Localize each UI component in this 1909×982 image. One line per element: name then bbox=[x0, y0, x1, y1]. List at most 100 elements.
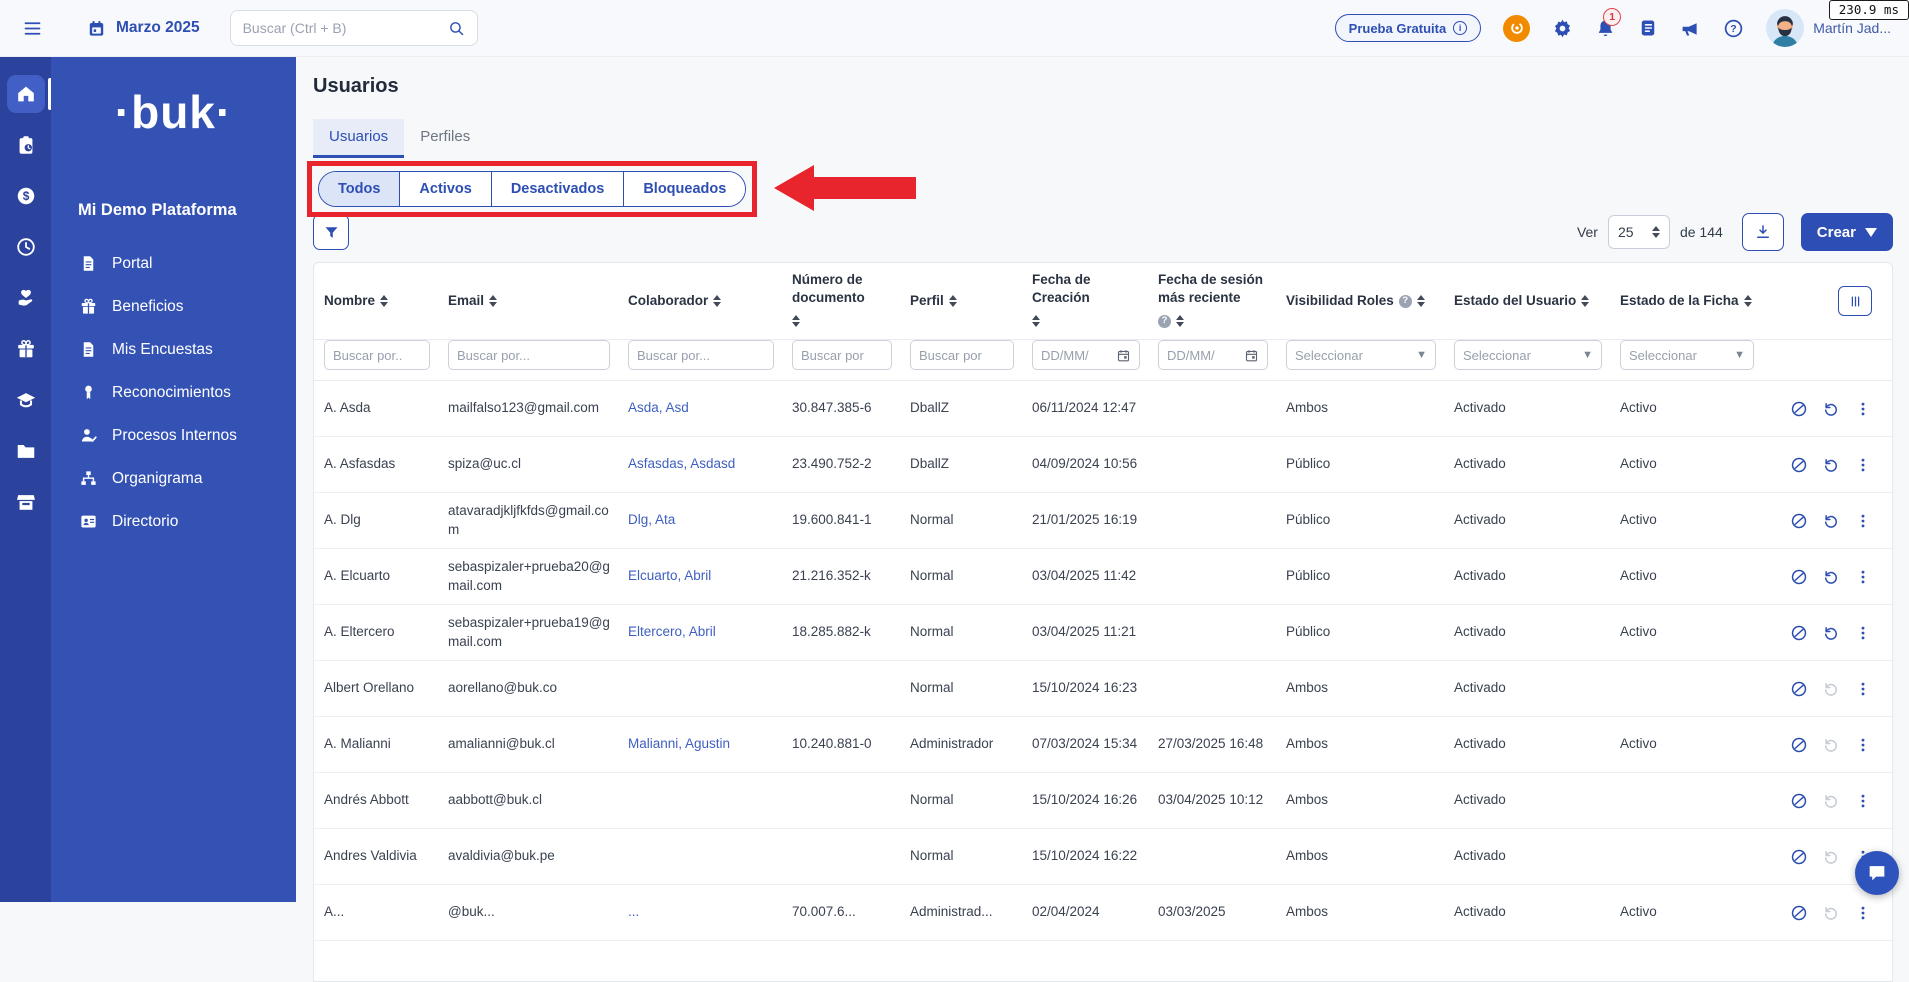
filter-date-input[interactable]: DD/MM/ bbox=[1032, 340, 1140, 371]
filter-text-input[interactable]: Buscar por... bbox=[628, 340, 774, 371]
rail-item-marketplace[interactable] bbox=[7, 483, 45, 521]
reset-password-button[interactable] bbox=[1822, 624, 1840, 642]
reset-password-button[interactable] bbox=[1822, 456, 1840, 474]
sort-icon[interactable] bbox=[1176, 311, 1184, 331]
cell-email: spiza@uc.cl bbox=[448, 456, 521, 472]
reset-password-button[interactable] bbox=[1822, 512, 1840, 530]
block-user-button[interactable] bbox=[1790, 680, 1808, 698]
download-button[interactable] bbox=[1741, 213, 1784, 251]
global-search-input[interactable]: Buscar (Ctrl + B) bbox=[229, 10, 478, 46]
rail-item-remuneraciones[interactable]: $ bbox=[7, 177, 45, 215]
sidebar-item-mis-encuestas[interactable]: Mis Encuestas bbox=[51, 328, 296, 371]
info-icon[interactable]: ? bbox=[1158, 314, 1171, 328]
block-user-button[interactable] bbox=[1790, 456, 1808, 474]
table-row: A. Malianni amalianni@buk.cl Malianni, Agu… bbox=[314, 717, 1892, 774]
filter-button[interactable] bbox=[313, 214, 349, 250]
info-icon[interactable]: ? bbox=[1398, 294, 1412, 308]
tab-perfiles[interactable]: Perfiles bbox=[404, 119, 486, 158]
row-menu-button[interactable] bbox=[1854, 568, 1872, 586]
sort-icon[interactable] bbox=[1032, 311, 1040, 331]
block-user-button[interactable] bbox=[1790, 736, 1808, 754]
block-user-button[interactable] bbox=[1790, 568, 1808, 586]
page-size-select[interactable]: 25 bbox=[1607, 215, 1670, 249]
row-menu-button[interactable] bbox=[1854, 904, 1872, 922]
rail-item-home[interactable] bbox=[6, 75, 52, 113]
column-settings-button[interactable] bbox=[1838, 286, 1872, 317]
megaphone-icon[interactable] bbox=[1680, 18, 1701, 39]
row-menu-button[interactable] bbox=[1854, 792, 1872, 810]
sort-icon[interactable] bbox=[489, 291, 497, 311]
reset-password-button[interactable] bbox=[1822, 680, 1840, 698]
filter-text-input[interactable]: Buscar por... bbox=[448, 340, 610, 371]
block-user-button[interactable] bbox=[1790, 904, 1808, 922]
main-content: Usuarios Usuarios Perfiles Todos Activos De… bbox=[296, 57, 1909, 982]
cell-colaborador[interactable]: Asfasdas, Asdasd bbox=[618, 446, 782, 482]
block-user-button[interactable] bbox=[1790, 792, 1808, 810]
block-user-button[interactable] bbox=[1790, 624, 1808, 642]
cell-colaborador[interactable]: Elcuarto, Abril bbox=[618, 558, 782, 594]
sidebar-item-procesos-internos[interactable]: Procesos Internos bbox=[51, 414, 296, 457]
cell-colaborador[interactable]: Malianni, Agustin bbox=[618, 726, 782, 762]
reset-password-button[interactable] bbox=[1822, 568, 1840, 586]
sidebar-item-reconocimientos[interactable]: Reconocimientos bbox=[51, 371, 296, 414]
rail-item-asistencia[interactable] bbox=[7, 228, 45, 266]
reset-password-button[interactable] bbox=[1822, 792, 1840, 810]
row-menu-button[interactable] bbox=[1854, 736, 1872, 754]
cell-colaborador[interactable]: Dlg, Ata bbox=[618, 502, 782, 538]
rail-item-documentos[interactable] bbox=[7, 432, 45, 470]
bell-icon[interactable]: 1 bbox=[1595, 7, 1622, 39]
chat-bubble-button[interactable] bbox=[1855, 851, 1899, 895]
filter-text-input[interactable]: Buscar por bbox=[792, 340, 892, 371]
filter-select[interactable]: Seleccionar ▼ bbox=[1454, 340, 1602, 371]
reset-password-button[interactable] bbox=[1822, 848, 1840, 866]
help-icon[interactable]: ? bbox=[1723, 18, 1744, 39]
filter-text-input[interactable]: Buscar por.. bbox=[324, 340, 430, 371]
row-actions bbox=[1762, 447, 1892, 483]
sort-icon[interactable] bbox=[1744, 291, 1752, 311]
cell-colaborador[interactable]: Eltercero, Abril bbox=[618, 614, 782, 650]
filter-date-input[interactable]: DD/MM/ bbox=[1158, 340, 1268, 371]
rail-item-tasks[interactable] bbox=[7, 126, 45, 164]
row-menu-button[interactable] bbox=[1854, 624, 1872, 642]
block-user-button[interactable] bbox=[1790, 512, 1808, 530]
sort-icon[interactable] bbox=[1581, 291, 1589, 311]
rail-item-desarrollo[interactable] bbox=[7, 381, 45, 419]
trial-badge[interactable]: Prueba Gratuita i bbox=[1334, 14, 1482, 42]
create-button[interactable]: Crear bbox=[1800, 213, 1893, 251]
block-user-button[interactable] bbox=[1790, 400, 1808, 418]
rail-item-beneficios[interactable] bbox=[7, 330, 45, 368]
segment-bloqueados[interactable]: Bloqueados bbox=[623, 172, 746, 206]
hamburger-menu-icon[interactable] bbox=[22, 18, 43, 39]
filter-text-input[interactable]: Buscar por bbox=[910, 340, 1014, 371]
sidebar-item-beneficios[interactable]: Beneficios bbox=[51, 285, 296, 328]
block-user-button[interactable] bbox=[1790, 848, 1808, 866]
gear-icon[interactable] bbox=[1552, 18, 1573, 39]
changelog-icon[interactable] bbox=[1638, 18, 1658, 38]
segment-desactivados[interactable]: Desactivados bbox=[490, 172, 624, 206]
sort-icon[interactable] bbox=[1417, 291, 1425, 311]
reset-password-button[interactable] bbox=[1822, 736, 1840, 754]
sidebar-item-portal[interactable]: Portal bbox=[51, 242, 296, 285]
cell-colaborador[interactable]: ... bbox=[618, 894, 782, 930]
row-menu-button[interactable] bbox=[1854, 400, 1872, 418]
sidebar-item-organigrama[interactable]: Organigrama bbox=[51, 457, 296, 500]
row-menu-button[interactable] bbox=[1854, 680, 1872, 698]
assistant-icon[interactable] bbox=[1503, 14, 1531, 42]
reset-password-button[interactable] bbox=[1822, 904, 1840, 922]
row-menu-button[interactable] bbox=[1854, 512, 1872, 530]
sort-icon[interactable] bbox=[713, 291, 721, 311]
sort-icon[interactable] bbox=[792, 311, 800, 331]
sidebar-item-directorio[interactable]: Directorio bbox=[51, 500, 296, 543]
tab-usuarios[interactable]: Usuarios bbox=[313, 119, 405, 158]
segment-activos[interactable]: Activos bbox=[399, 172, 491, 206]
row-menu-button[interactable] bbox=[1854, 456, 1872, 474]
cell-colaborador[interactable]: Asda, Asd bbox=[618, 390, 782, 426]
filter-select[interactable]: Seleccionar ▼ bbox=[1286, 340, 1436, 371]
sort-icon[interactable] bbox=[949, 291, 957, 311]
rail-item-talento[interactable] bbox=[7, 279, 45, 317]
reset-password-button[interactable] bbox=[1822, 400, 1840, 418]
period-selector[interactable]: Marzo 2025 bbox=[87, 19, 200, 38]
sort-icon[interactable] bbox=[380, 291, 388, 311]
filter-select[interactable]: Seleccionar ▼ bbox=[1620, 340, 1754, 371]
segment-todos[interactable]: Todos bbox=[319, 172, 400, 206]
